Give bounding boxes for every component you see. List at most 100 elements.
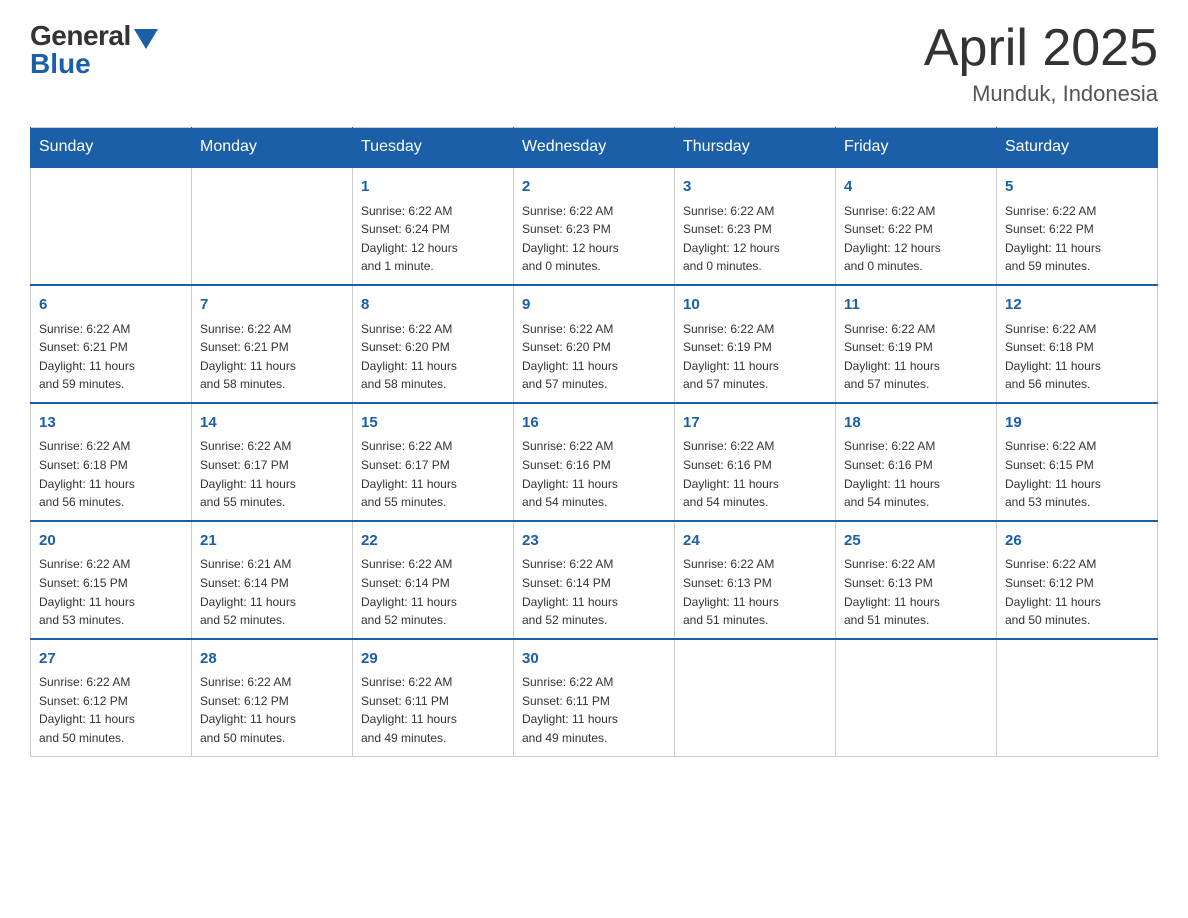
calendar-cell: 26Sunrise: 6:22 AMSunset: 6:12 PMDayligh… (997, 521, 1158, 639)
day-info: Sunrise: 6:22 AMSunset: 6:13 PMDaylight:… (683, 555, 827, 629)
day-info: Sunrise: 6:22 AMSunset: 6:16 PMDaylight:… (522, 437, 666, 511)
header-sunday: Sunday (31, 128, 192, 168)
calendar-cell: 29Sunrise: 6:22 AMSunset: 6:11 PMDayligh… (353, 639, 514, 756)
logo-triangle-icon (134, 29, 158, 49)
calendar-cell: 11 Sunrise: 6:22 AMSunset: 6:19 PMDayligh… (836, 285, 997, 403)
day-number: 24 (683, 530, 827, 553)
calendar-cell: 1 Sunrise: 6:22 AMSunset: 6:24 PMDaylight… (353, 167, 514, 285)
day-info: Sunrise: 6:22 AMSunset: 6:20 PMDaylight:… (361, 320, 505, 394)
day-info: Sunrise: 6:22 AMSunset: 6:12 PMDaylight:… (39, 673, 183, 747)
calendar-cell: 15Sunrise: 6:22 AMSunset: 6:17 PMDayligh… (353, 403, 514, 521)
calendar-cell: 10 Sunrise: 6:22 AMSunset: 6:19 PMDayligh… (675, 285, 836, 403)
day-number: 2 (522, 176, 666, 199)
calendar-cell: 7 Sunrise: 6:22 AMSunset: 6:21 PMDaylight… (192, 285, 353, 403)
day-info: Sunrise: 6:22 AMSunset: 6:23 PMDaylight:… (522, 202, 666, 276)
day-info: Sunrise: 6:22 AMSunset: 6:12 PMDaylight:… (200, 673, 344, 747)
day-number: 9 (522, 294, 666, 317)
calendar-cell (31, 167, 192, 285)
day-number: 18 (844, 412, 988, 435)
header-monday: Monday (192, 128, 353, 168)
calendar-cell (836, 639, 997, 756)
calendar-cell: 25Sunrise: 6:22 AMSunset: 6:13 PMDayligh… (836, 521, 997, 639)
day-number: 5 (1005, 176, 1149, 199)
day-number: 27 (39, 648, 183, 671)
day-number: 4 (844, 176, 988, 199)
day-number: 19 (1005, 412, 1149, 435)
day-info: Sunrise: 6:22 AMSunset: 6:22 PMDaylight:… (844, 202, 988, 276)
day-info: Sunrise: 6:22 AMSunset: 6:23 PMDaylight:… (683, 202, 827, 276)
calendar-cell: 12 Sunrise: 6:22 AMSunset: 6:18 PMDayligh… (997, 285, 1158, 403)
day-number: 1 (361, 176, 505, 199)
calendar-table: SundayMondayTuesdayWednesdayThursdayFrid… (30, 127, 1158, 756)
day-number: 12 (1005, 294, 1149, 317)
day-info: Sunrise: 6:22 AMSunset: 6:18 PMDaylight:… (39, 437, 183, 511)
day-info: Sunrise: 6:22 AMSunset: 6:14 PMDaylight:… (522, 555, 666, 629)
calendar-cell: 2 Sunrise: 6:22 AMSunset: 6:23 PMDaylight… (514, 167, 675, 285)
day-info: Sunrise: 6:22 AMSunset: 6:11 PMDaylight:… (522, 673, 666, 747)
calendar-cell: 9 Sunrise: 6:22 AMSunset: 6:20 PMDaylight… (514, 285, 675, 403)
day-number: 11 (844, 294, 988, 317)
day-number: 6 (39, 294, 183, 317)
day-number: 8 (361, 294, 505, 317)
day-number: 7 (200, 294, 344, 317)
calendar-cell: 8 Sunrise: 6:22 AMSunset: 6:20 PMDaylight… (353, 285, 514, 403)
week-row-4: 20Sunrise: 6:22 AMSunset: 6:15 PMDayligh… (31, 521, 1158, 639)
day-number: 16 (522, 412, 666, 435)
calendar-cell: 13Sunrise: 6:22 AMSunset: 6:18 PMDayligh… (31, 403, 192, 521)
day-info: Sunrise: 6:22 AMSunset: 6:20 PMDaylight:… (522, 320, 666, 394)
day-number: 26 (1005, 530, 1149, 553)
header-thursday: Thursday (675, 128, 836, 168)
calendar-cell: 30Sunrise: 6:22 AMSunset: 6:11 PMDayligh… (514, 639, 675, 756)
calendar-cell: 24Sunrise: 6:22 AMSunset: 6:13 PMDayligh… (675, 521, 836, 639)
calendar-cell: 22Sunrise: 6:22 AMSunset: 6:14 PMDayligh… (353, 521, 514, 639)
week-row-3: 13Sunrise: 6:22 AMSunset: 6:18 PMDayligh… (31, 403, 1158, 521)
day-info: Sunrise: 6:22 AMSunset: 6:17 PMDaylight:… (361, 437, 505, 511)
calendar-cell (997, 639, 1158, 756)
page-header: General Blue April 2025 Munduk, Indonesi… (30, 20, 1158, 107)
calendar-cell: 16Sunrise: 6:22 AMSunset: 6:16 PMDayligh… (514, 403, 675, 521)
header-friday: Friday (836, 128, 997, 168)
day-info: Sunrise: 6:22 AMSunset: 6:11 PMDaylight:… (361, 673, 505, 747)
day-info: Sunrise: 6:22 AMSunset: 6:16 PMDaylight:… (683, 437, 827, 511)
week-row-5: 27Sunrise: 6:22 AMSunset: 6:12 PMDayligh… (31, 639, 1158, 756)
header-wednesday: Wednesday (514, 128, 675, 168)
day-info: Sunrise: 6:22 AMSunset: 6:22 PMDaylight:… (1005, 202, 1149, 276)
day-number: 25 (844, 530, 988, 553)
calendar-header-row: SundayMondayTuesdayWednesdayThursdayFrid… (31, 128, 1158, 168)
day-info: Sunrise: 6:22 AMSunset: 6:15 PMDaylight:… (1005, 437, 1149, 511)
calendar-title: April 2025 (924, 20, 1158, 77)
day-number: 3 (683, 176, 827, 199)
day-number: 10 (683, 294, 827, 317)
week-row-1: 1 Sunrise: 6:22 AMSunset: 6:24 PMDaylight… (31, 167, 1158, 285)
calendar-cell: 17Sunrise: 6:22 AMSunset: 6:16 PMDayligh… (675, 403, 836, 521)
day-info: Sunrise: 6:22 AMSunset: 6:21 PMDaylight:… (200, 320, 344, 394)
day-info: Sunrise: 6:22 AMSunset: 6:16 PMDaylight:… (844, 437, 988, 511)
calendar-cell: 21Sunrise: 6:21 AMSunset: 6:14 PMDayligh… (192, 521, 353, 639)
calendar-cell: 4 Sunrise: 6:22 AMSunset: 6:22 PMDaylight… (836, 167, 997, 285)
calendar-cell: 20Sunrise: 6:22 AMSunset: 6:15 PMDayligh… (31, 521, 192, 639)
day-info: Sunrise: 6:22 AMSunset: 6:24 PMDaylight:… (361, 202, 505, 276)
calendar-cell: 19Sunrise: 6:22 AMSunset: 6:15 PMDayligh… (997, 403, 1158, 521)
day-info: Sunrise: 6:22 AMSunset: 6:15 PMDaylight:… (39, 555, 183, 629)
day-number: 23 (522, 530, 666, 553)
calendar-cell: 18Sunrise: 6:22 AMSunset: 6:16 PMDayligh… (836, 403, 997, 521)
calendar-cell: 23Sunrise: 6:22 AMSunset: 6:14 PMDayligh… (514, 521, 675, 639)
day-info: Sunrise: 6:22 AMSunset: 6:12 PMDaylight:… (1005, 555, 1149, 629)
day-number: 28 (200, 648, 344, 671)
day-number: 21 (200, 530, 344, 553)
day-number: 17 (683, 412, 827, 435)
header-tuesday: Tuesday (353, 128, 514, 168)
header-saturday: Saturday (997, 128, 1158, 168)
day-info: Sunrise: 6:22 AMSunset: 6:18 PMDaylight:… (1005, 320, 1149, 394)
week-row-2: 6 Sunrise: 6:22 AMSunset: 6:21 PMDaylight… (31, 285, 1158, 403)
day-number: 30 (522, 648, 666, 671)
calendar-cell (675, 639, 836, 756)
day-info: Sunrise: 6:22 AMSunset: 6:19 PMDaylight:… (683, 320, 827, 394)
day-number: 13 (39, 412, 183, 435)
day-info: Sunrise: 6:22 AMSunset: 6:17 PMDaylight:… (200, 437, 344, 511)
day-info: Sunrise: 6:22 AMSunset: 6:19 PMDaylight:… (844, 320, 988, 394)
day-number: 14 (200, 412, 344, 435)
logo-blue-text: Blue (30, 48, 91, 80)
day-number: 29 (361, 648, 505, 671)
day-number: 15 (361, 412, 505, 435)
